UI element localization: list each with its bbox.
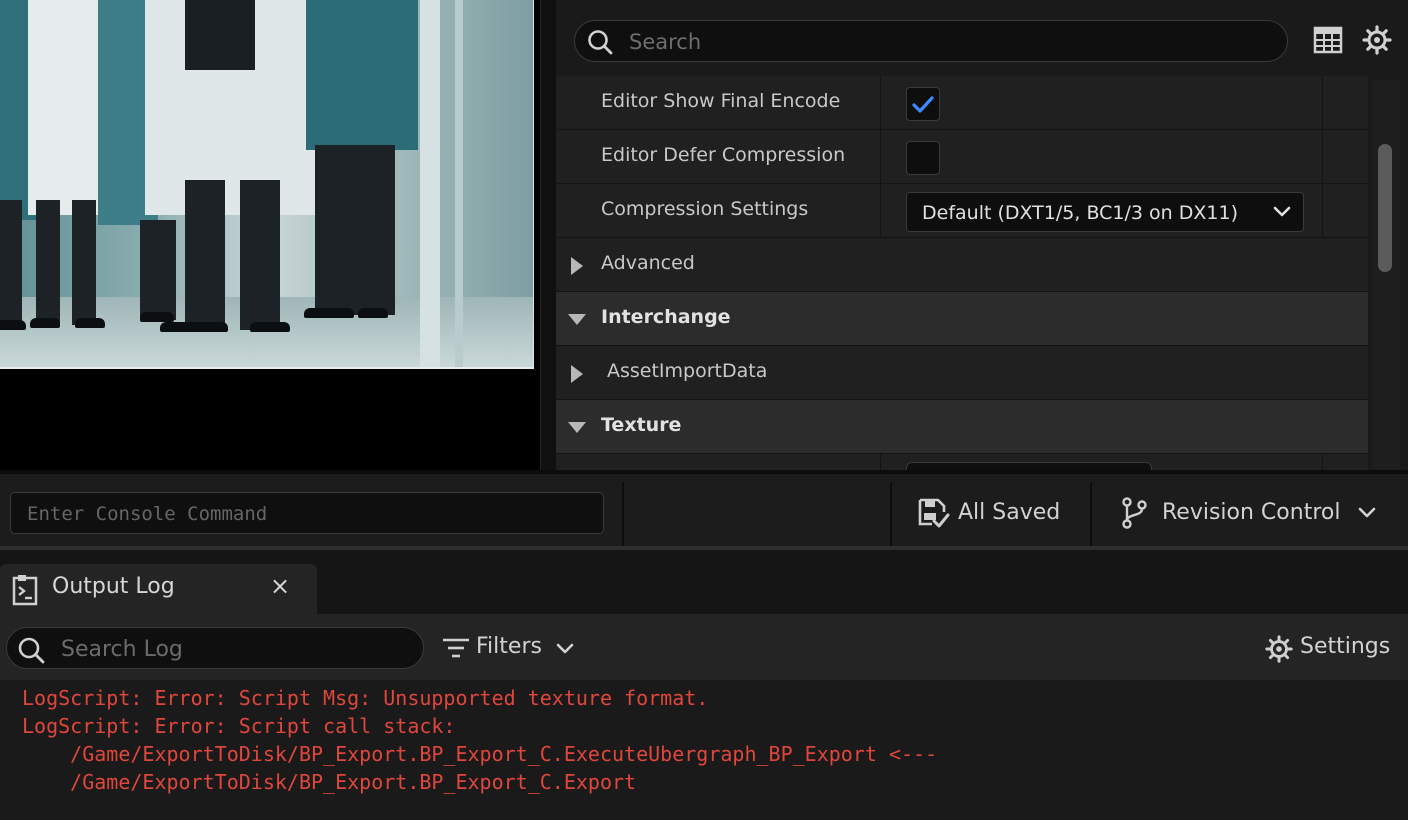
panel-splitter[interactable] [540, 0, 556, 470]
log-document-icon [12, 575, 38, 606]
chevron-down-icon [1273, 206, 1291, 217]
search-icon [588, 30, 613, 55]
settings-label: Settings [1300, 634, 1391, 659]
all-saved-label: All Saved [958, 500, 1061, 525]
filters-button[interactable]: Filters [442, 634, 582, 664]
table-view-icon[interactable] [1312, 24, 1344, 56]
details-search-placeholder: Search [629, 30, 702, 54]
save-icon [918, 498, 950, 528]
output-log-toolbar: Search Log Filters Settings [0, 614, 1408, 680]
texture-viewport[interactable] [0, 0, 540, 470]
group-label: Advanced [601, 252, 695, 274]
output-log-panel: Output Log × Search Log Filters Settings… [0, 550, 1408, 820]
property-row-editor-show-final-encode: Editor Show Final Encode [556, 76, 1368, 130]
collapse-arrow-icon[interactable] [568, 314, 586, 325]
details-scrollbar-thumb[interactable] [1378, 144, 1392, 272]
log-search-placeholder: Search Log [61, 637, 183, 662]
log-line: /Game/ExportToDisk/BP_Export.BP_Export_C… [22, 770, 637, 794]
expand-arrow-icon[interactable] [571, 257, 583, 275]
property-value-field[interactable] [906, 462, 1152, 470]
details-search-input[interactable]: Search [574, 20, 1288, 62]
filter-icon [443, 638, 469, 658]
output-log-body[interactable]: LogScript: Error: Script Msg: Unsupporte… [0, 680, 1408, 820]
chevron-down-icon [556, 643, 574, 654]
texture-preview-image [0, 0, 534, 369]
category-row-texture[interactable]: Texture [556, 400, 1368, 454]
editor-show-final-encode-checkbox[interactable] [906, 87, 940, 121]
log-search-input[interactable]: Search Log [6, 627, 424, 669]
expand-arrow-icon[interactable] [571, 365, 583, 383]
log-line: LogScript: Error: Script Msg: Unsupporte… [22, 686, 709, 710]
console-command-input[interactable]: Enter Console Command [10, 492, 604, 534]
compression-settings-dropdown[interactable]: Default (DXT1/5, BC1/3 on DX11) [906, 192, 1304, 232]
property-row-editor-defer-compression: Editor Defer Compression [556, 130, 1368, 184]
log-line: /Game/ExportToDisk/BP_Export.BP_Export_C… [22, 742, 938, 766]
gear-icon[interactable] [1361, 24, 1393, 56]
collapse-arrow-icon[interactable] [568, 422, 586, 433]
tab-title: Output Log [52, 574, 175, 599]
console-placeholder: Enter Console Command [27, 503, 268, 525]
property-label: Compression Settings [601, 198, 809, 220]
group-label: AssetImportData [607, 360, 768, 382]
property-label: Editor Defer Compression [601, 144, 846, 166]
gear-icon [1265, 635, 1293, 663]
details-scrollbar[interactable] [1372, 80, 1400, 470]
editor-defer-compression-checkbox[interactable] [906, 141, 940, 175]
log-line: LogScript: Error: Script call stack: [22, 714, 456, 738]
category-label: Interchange [601, 306, 731, 328]
tab-output-log[interactable]: Output Log × [0, 564, 317, 614]
group-row-advanced[interactable]: Advanced [556, 238, 1368, 292]
property-label: Editor Show Final Encode [601, 90, 841, 112]
revision-control-label: Revision Control [1162, 500, 1341, 525]
all-saved-button[interactable]: All Saved [914, 492, 1074, 534]
compression-settings-value: Default (DXT1/5, BC1/3 on DX11) [922, 202, 1238, 224]
property-list: Editor Show Final Encode Editor Defer Co… [556, 76, 1368, 470]
search-icon [18, 637, 45, 664]
group-row-asset-import-data[interactable]: AssetImportData [556, 346, 1368, 400]
revision-control-button[interactable]: Revision Control [1118, 492, 1398, 534]
status-bar: Enter Console Command All Saved Revision… [0, 470, 1408, 546]
property-row-compression-settings: Compression Settings Default (DXT1/5, BC… [556, 184, 1368, 238]
property-row-partial [556, 454, 1368, 470]
category-label: Texture [601, 414, 682, 436]
category-row-interchange[interactable]: Interchange [556, 292, 1368, 346]
details-panel: Search Editor Show Final Encode Editor D… [556, 0, 1408, 470]
chevron-down-icon [1358, 507, 1376, 518]
close-icon[interactable]: × [270, 572, 290, 600]
checkmark-icon [912, 96, 934, 113]
filters-label: Filters [476, 634, 542, 659]
log-settings-button[interactable]: Settings [1264, 634, 1408, 664]
branch-icon [1122, 497, 1147, 529]
